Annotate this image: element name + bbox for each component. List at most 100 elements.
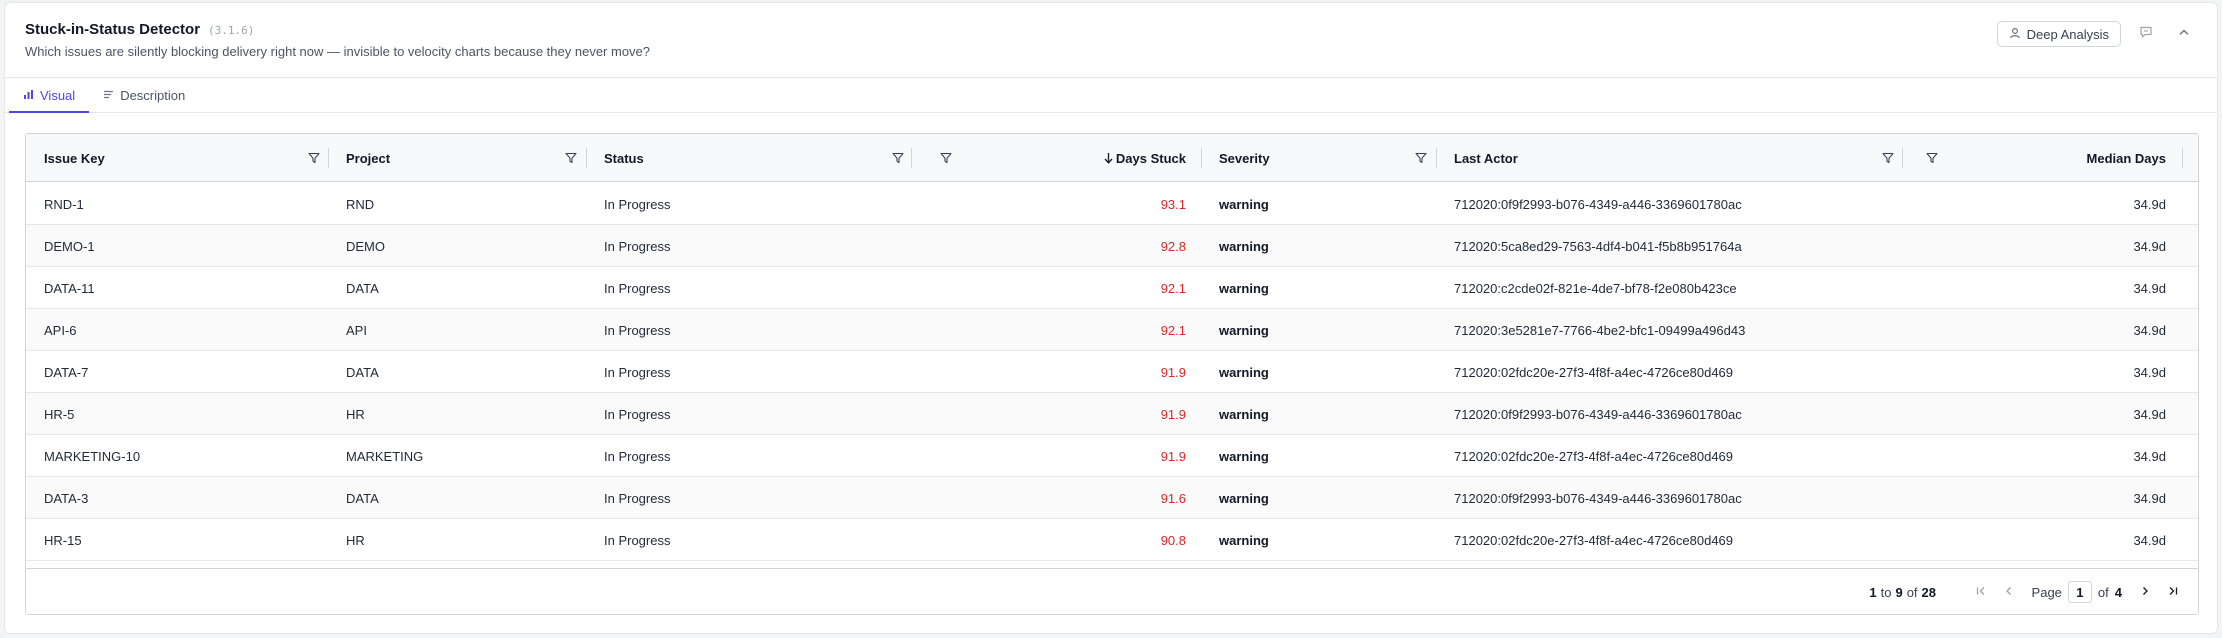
table-row[interactable]: DATA-11 DATA In Progress 92.1 warning 712020:… <box>26 267 2198 309</box>
last-actor-cell: 712020:5ca8ed29-7563-4df4-b041-f5b8b9517… <box>1454 238 1742 254</box>
severity-cell: warning <box>1219 238 1269 254</box>
column-header-days-stuck[interactable]: Days Stuck <box>1086 134 1186 182</box>
range-from: 1 <box>1869 584 1877 600</box>
column-separator[interactable] <box>586 148 587 168</box>
column-header-status[interactable]: Status <box>604 134 644 182</box>
table-row[interactable]: HR-15 HR In Progress 90.8 warning 712020:02fd… <box>26 519 2198 561</box>
days-stuck-cell: 91.9 <box>1160 364 1186 380</box>
chevron-up-icon <box>2178 25 2190 43</box>
last-actor-cell: 712020:0f9f2993-b076-4349-a446-336960178… <box>1454 196 1742 212</box>
status-cell: In Progress <box>604 448 671 464</box>
severity-cell: warning <box>1219 280 1269 296</box>
table-row[interactable]: DATA-3 DATA In Progress 91.6 warning 712020:0… <box>26 477 2198 519</box>
median-days-cell: 34.9d <box>2133 196 2166 212</box>
days-stuck-filter-icon[interactable] <box>936 148 956 168</box>
issue-key-cell: HR-5 <box>44 406 75 422</box>
page-label: Page <box>2031 584 2062 600</box>
table-row[interactable]: DEMO-1 DEMO In Progress 92.8 warning 712020:5… <box>26 225 2198 267</box>
next-page-button[interactable] <box>2134 581 2156 603</box>
collapse-button[interactable] <box>2171 21 2197 47</box>
last-page-button[interactable] <box>2162 581 2184 603</box>
project-cell: HR <box>346 532 365 548</box>
version-label: (3.1.6) <box>208 24 255 37</box>
range-to-word: to <box>1880 584 1892 600</box>
table-row[interactable]: DATA-7 DATA In Progress 91.9 warning 712020:0… <box>26 351 2198 393</box>
issue-key-cell: DATA-7 <box>44 364 89 380</box>
severity-filter-icon[interactable] <box>1411 148 1431 168</box>
status-cell: In Progress <box>604 196 671 212</box>
severity-cell: warning <box>1219 532 1269 548</box>
range-to: 9 <box>1895 584 1903 600</box>
column-header-median-days[interactable]: Median Days <box>2066 134 2166 182</box>
stuck-issues-table: Issue Key Project Status Days Stuck Seve… <box>25 133 2199 615</box>
median-days-cell: 34.9d <box>2133 532 2166 548</box>
last-actor-cell: 712020:3e5281e7-7766-4be2-bfc1-09499a496… <box>1454 322 1746 338</box>
status-cell: In Progress <box>604 322 671 338</box>
column-separator[interactable] <box>911 148 912 168</box>
column-separator[interactable] <box>328 148 329 168</box>
median-days-cell: 34.9d <box>2133 406 2166 422</box>
severity-cell: warning <box>1219 490 1269 506</box>
project-cell: RND <box>346 196 375 212</box>
last-actor-cell: 712020:c2cde02f-821e-4de7-bf78-f2e080b42… <box>1454 280 1737 296</box>
last-actor-cell: 712020:0f9f2993-b076-4349-a446-336960178… <box>1454 406 1742 422</box>
project-cell: MARKETING <box>346 448 424 464</box>
column-header-last-actor[interactable]: Last Actor <box>1454 134 1518 182</box>
severity-cell: warning <box>1219 448 1269 464</box>
first-page-button[interactable] <box>1970 581 1992 603</box>
median-days-cell: 34.9d <box>2133 364 2166 380</box>
first-page-icon <box>1975 585 1987 600</box>
comment-icon <box>2139 25 2153 44</box>
project-cell: DATA <box>346 490 379 506</box>
severity-cell: warning <box>1219 364 1269 380</box>
column-header-issue-key[interactable]: Issue Key <box>44 134 105 182</box>
column-separator[interactable] <box>1902 148 1903 168</box>
status-cell: In Progress <box>604 364 671 380</box>
deep-analysis-label: Deep Analysis <box>2026 26 2109 42</box>
deep-analysis-button[interactable]: Deep Analysis <box>1996 21 2121 47</box>
status-cell: In Progress <box>604 406 671 422</box>
issue-key-cell: DATA-3 <box>44 490 89 506</box>
column-header-project[interactable]: Project <box>346 134 390 182</box>
page-of-word: of <box>2097 584 2109 600</box>
tab-description[interactable]: Description <box>89 78 199 112</box>
table-row[interactable]: HR-5 HR In Progress 91.9 warning 712020:0f9f2… <box>26 393 2198 435</box>
current-page-input[interactable]: 1 <box>2067 581 2092 603</box>
table-row[interactable]: API-6 API In Progress 92.1 warning 712020:3e5… <box>26 309 2198 351</box>
column-header-severity[interactable]: Severity <box>1219 134 1270 182</box>
chevron-right-icon <box>2139 585 2151 600</box>
last-actor-filter-icon[interactable] <box>1878 148 1898 168</box>
tab-visual[interactable]: Visual <box>9 78 90 113</box>
column-separator[interactable] <box>2182 148 2183 168</box>
issue-key-cell: DATA-11 <box>44 280 95 296</box>
days-stuck-cell: 91.9 <box>1160 448 1186 464</box>
range-of-word: of <box>1906 584 1918 600</box>
user-icon <box>2009 27 2021 42</box>
table-row[interactable]: RND-1 RND In Progress 93.1 warning 712020:0f9… <box>26 183 2198 225</box>
issue-key-cell: HR-15 <box>44 532 82 548</box>
issue-key-cell: DEMO-1 <box>44 238 95 254</box>
stuck-in-status-panel: Stuck-in-Status Detector (3.1.6) Which i… <box>4 2 2218 634</box>
issue-key-cell: RND-1 <box>44 196 84 212</box>
table-header-row: Issue Key Project Status Days Stuck Seve… <box>26 134 2198 182</box>
days-stuck-cell: 92.1 <box>1160 322 1186 338</box>
days-stuck-cell: 92.8 <box>1160 238 1186 254</box>
days-stuck-cell: 91.6 <box>1160 490 1186 506</box>
bar-chart-icon <box>23 88 34 103</box>
days-stuck-cell: 90.8 <box>1160 532 1186 548</box>
status-filter-icon[interactable] <box>888 148 908 168</box>
median-days-cell: 34.9d <box>2133 448 2166 464</box>
issue-key-cell: API-6 <box>44 322 77 338</box>
project-filter-icon[interactable] <box>561 148 581 168</box>
column-separator[interactable] <box>1436 148 1437 168</box>
status-cell: In Progress <box>604 280 671 296</box>
comment-button[interactable] <box>2133 21 2159 47</box>
table-row[interactable]: MARKETING-10 MARKETING In Progress 91.9 warn… <box>26 435 2198 477</box>
last-actor-cell: 712020:02fdc20e-27f3-4f8f-a4ec-4726ce80d… <box>1454 448 1734 464</box>
project-cell: API <box>346 322 367 338</box>
column-separator[interactable] <box>1201 148 1202 168</box>
panel-header: Stuck-in-Status Detector (3.1.6) Which i… <box>25 21 2197 71</box>
previous-page-button[interactable] <box>1998 581 2020 603</box>
issue-key-filter-icon[interactable] <box>304 148 324 168</box>
median-days-filter-icon[interactable] <box>1922 148 1942 168</box>
